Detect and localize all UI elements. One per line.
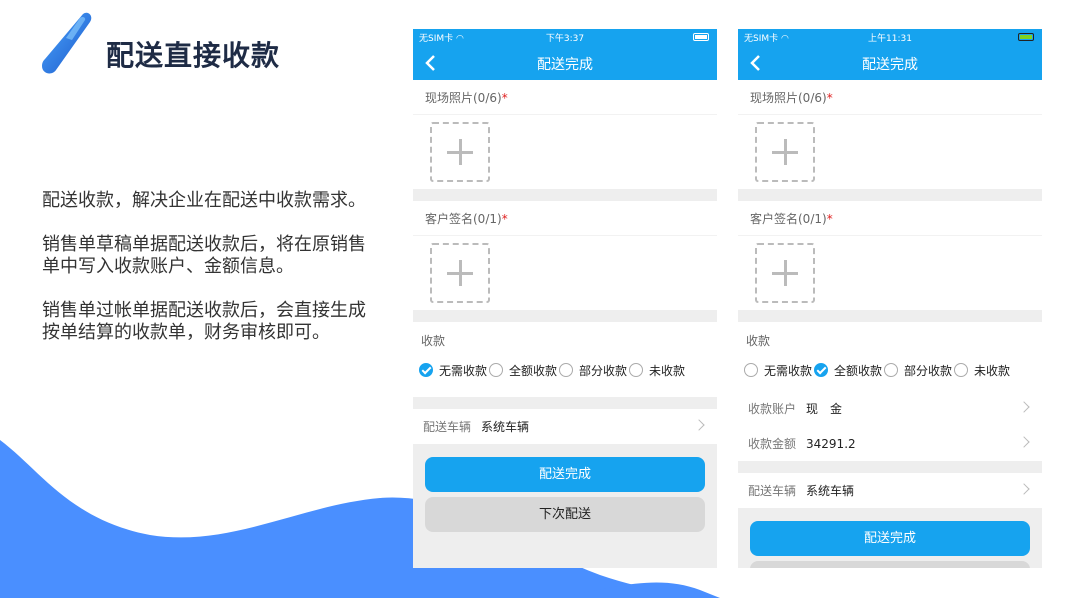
radio-unpaid[interactable]: 未收款 [627, 362, 685, 379]
payment-section: 收款 无需收款 全额收款 部分收款 未收款 [413, 322, 717, 397]
add-signature-button[interactable] [755, 243, 815, 303]
chevron-right-icon [1018, 483, 1030, 495]
amount-key: 收款金额 [748, 437, 797, 451]
vehicle-value: 系统车辆 [481, 420, 530, 434]
radio-no-payment[interactable]: 无需收款 [744, 362, 812, 379]
account-value: 现 金 [806, 402, 843, 416]
chevron-right-icon [1018, 436, 1030, 448]
radio-checked-icon [419, 363, 433, 377]
payment-account-row[interactable]: 收款账户 现 金 [738, 391, 1042, 426]
site-photos-section: 现场照片(0/6)* [738, 80, 1042, 189]
site-photos-section: 现场照片(0/6)* [413, 80, 717, 189]
payment-radio-group: 无需收款 全额收款 部分收款 未收款 [738, 357, 1042, 383]
radio-unpaid[interactable]: 未收款 [952, 362, 1010, 379]
signature-label: 客户签名(0/1)* [413, 201, 717, 236]
status-time: 上午11:31 [868, 34, 912, 44]
vehicle-row[interactable]: 配送车辆 系统车辆 [413, 409, 717, 444]
complete-delivery-button[interactable]: 配送完成 [425, 457, 705, 492]
description-block: 配送收款，解决企业在配送中收款需求。 销售单草稿单据配送收款后，将在原销售单中写… [42, 190, 372, 366]
radio-partial-payment[interactable]: 部分收款 [557, 362, 627, 379]
site-photos-label: 现场照片(0/6)* [413, 80, 717, 115]
chevron-right-icon [1018, 401, 1030, 413]
page-title: 配送完成 [862, 57, 918, 73]
phone-screen-1: 无SIM卡 ◠ 下午3:37 配送完成 现场照片(0/6)* 客户签名(0/1)… [413, 29, 717, 568]
nav-bar: 配送完成 [738, 45, 1042, 80]
radio-empty-icon [629, 363, 644, 377]
battery-charging-icon [1018, 33, 1034, 41]
vehicle-key: 配送车辆 [748, 484, 797, 498]
slide-title: 配送直接收款 [106, 39, 281, 72]
description-paragraph: 销售单草稿单据配送收款后，将在原销售单中写入收款账户、金额信息。 [42, 234, 366, 277]
status-bar: 无SIM卡 ◠ 上午11:31 [738, 29, 1042, 45]
battery-icon [693, 33, 709, 41]
radio-no-payment[interactable]: 无需收款 [419, 362, 487, 379]
description-paragraph: 配送收款，解决企业在配送中收款需求。 [42, 190, 366, 211]
radio-empty-icon [954, 363, 969, 377]
add-photo-button[interactable] [755, 122, 815, 182]
chevron-right-icon [693, 419, 705, 431]
signature-section: 客户签名(0/1)* [738, 201, 1042, 310]
description-paragraph: 销售单过帐单据配送收款后，会直接生成按单结算的收款单，财务审核即可。 [42, 300, 366, 343]
signature-label: 客户签名(0/1)* [738, 201, 1042, 236]
radio-empty-icon [744, 363, 758, 377]
payment-radio-group: 无需收款 全额收款 部分收款 未收款 [413, 357, 717, 383]
radio-empty-icon [489, 363, 504, 377]
radio-checked-icon [814, 363, 829, 377]
payment-section: 收款 无需收款 全额收款 部分收款 未收款 收款账户 现 金 收款金额 3429… [738, 322, 1042, 461]
status-time: 下午3:37 [545, 34, 585, 44]
site-photos-label: 现场照片(0/6)* [738, 80, 1042, 115]
payment-label: 收款 [421, 334, 446, 348]
page-title: 配送完成 [537, 57, 593, 73]
radio-full-payment[interactable]: 全额收款 [487, 362, 557, 379]
radio-partial-payment[interactable]: 部分收款 [882, 362, 952, 379]
payment-amount-row[interactable]: 收款金额 34291.2 [738, 426, 1042, 461]
status-bar: 无SIM卡 ◠ 下午3:37 [413, 29, 717, 45]
account-key: 收款账户 [748, 402, 797, 416]
vehicle-row[interactable]: 配送车辆 系统车辆 [738, 473, 1042, 508]
payment-label: 收款 [746, 334, 771, 348]
amount-value: 34291.2 [806, 436, 856, 451]
next-delivery-button[interactable]: 下次配送 [425, 497, 705, 532]
radio-empty-icon [559, 363, 574, 377]
radio-full-payment[interactable]: 全额收款 [812, 362, 882, 379]
complete-delivery-button[interactable]: 配送完成 [750, 521, 1030, 556]
signature-section: 客户签名(0/1)* [413, 201, 717, 310]
add-photo-button[interactable] [430, 122, 490, 182]
next-delivery-button-partial[interactable] [750, 561, 1030, 568]
radio-empty-icon [884, 363, 899, 377]
add-signature-button[interactable] [430, 243, 490, 303]
vehicle-value: 系统车辆 [806, 484, 855, 498]
vehicle-key: 配送车辆 [423, 420, 472, 434]
brand-logo [42, 12, 92, 74]
phone-screen-2: 无SIM卡 ◠ 上午11:31 配送完成 现场照片(0/6)* 客户签名(0/1… [738, 29, 1042, 568]
nav-bar: 配送完成 [413, 45, 717, 80]
